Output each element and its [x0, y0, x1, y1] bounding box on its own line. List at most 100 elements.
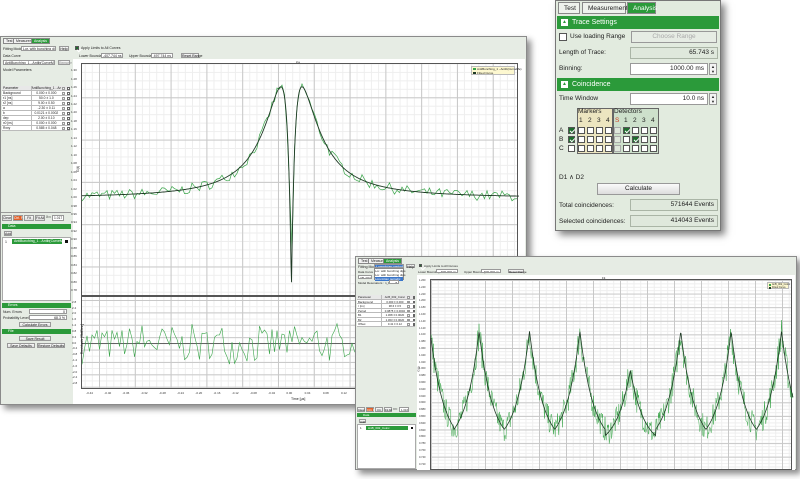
fix-parameter-checkbox[interactable]	[67, 112, 70, 115]
lower-boundary-input[interactable]: -407.744 ns	[101, 53, 123, 58]
data-list-item[interactable]: AnB_002_Coinc	[366, 426, 408, 430]
probability-input[interactable]: 68.3 %	[29, 315, 67, 320]
remove-button[interactable]: Remove	[58, 60, 72, 65]
parameter-value[interactable]: 2.00 ± 0.10	[30, 116, 62, 120]
parameter-value[interactable]: 9.00 ± 0.50	[30, 101, 62, 105]
fix-parameter-checkbox[interactable]	[67, 127, 70, 130]
row-enable-checkbox[interactable]	[568, 136, 575, 143]
detector-checkbox[interactable]	[632, 145, 639, 152]
marker-checkbox[interactable]	[578, 145, 585, 152]
parameter-spinner[interactable]	[407, 296, 410, 299]
data-section-header[interactable]: Data	[2, 224, 71, 229]
fix-parameter-checkbox[interactable]	[412, 296, 415, 299]
parameter-spinner[interactable]	[62, 117, 65, 120]
data-curve-select[interactable]: AntiBunching_1 - Antib(CurveMe)	[3, 60, 55, 65]
resonators-input[interactable]: 8	[389, 280, 399, 284]
marker-checkbox[interactable]	[605, 127, 612, 134]
save-result-button[interactable]: Save Result	[19, 336, 51, 341]
parameter-spinner[interactable]	[62, 97, 65, 100]
help-button[interactable]: Help	[59, 46, 69, 51]
detector-checkbox[interactable]	[650, 145, 657, 152]
marker-checkbox[interactable]	[587, 136, 594, 143]
marker-checkbox[interactable]	[587, 127, 594, 134]
time-window-input[interactable]: 10.0 ns	[630, 93, 708, 105]
parameter-value[interactable]: 0.000 ± 0.000	[381, 299, 407, 304]
parameter-value[interactable]: 0.0875 ± 0.0002	[381, 308, 407, 313]
collapse-icon[interactable]: ▲	[561, 19, 568, 26]
parameter-value[interactable]: AntiBunching_1 - Antib(CurveMe)	[30, 86, 61, 90]
parameter-spinner[interactable]	[62, 92, 65, 95]
parameter-spinner[interactable]	[407, 300, 410, 303]
marker-checkbox[interactable]	[578, 127, 585, 134]
data-section-header[interactable]: Data	[357, 413, 416, 417]
marker-checkbox[interactable]	[596, 136, 603, 143]
parameter-spinner[interactable]	[62, 87, 65, 90]
fix-parameter-checkbox[interactable]	[67, 122, 70, 125]
parameter-spinner[interactable]	[62, 102, 65, 105]
parameter-spinner[interactable]	[62, 127, 65, 130]
fix-parameter-checkbox[interactable]	[67, 117, 70, 120]
choose-range-button[interactable]: Choose Range	[631, 31, 717, 43]
detector-checkbox[interactable]	[614, 127, 621, 134]
parameter-value[interactable]: 0.000 ± 0.000	[30, 121, 62, 125]
save-defaults-button[interactable]: Save Defaults	[7, 343, 35, 348]
marker-checkbox[interactable]	[578, 136, 585, 143]
collapse-icon[interactable]: ▲	[561, 81, 568, 88]
data-curve-select[interactable]: AB_002_Coinc	[358, 275, 372, 279]
fix-parameter-checkbox[interactable]	[412, 323, 415, 326]
detector-checkbox[interactable]	[650, 136, 657, 143]
errors-section-header[interactable]: Errors	[2, 303, 71, 308]
marker-checkbox[interactable]	[605, 136, 612, 143]
detector-checkbox[interactable]	[623, 136, 630, 143]
parameter-spinner[interactable]	[62, 112, 65, 115]
fix-parameter-checkbox[interactable]	[67, 102, 70, 105]
fitting-model-select[interactable]: Lor. with bunching dips	[21, 46, 56, 51]
file-section-header[interactable]: File	[2, 329, 71, 334]
parameter-value[interactable]: 1.308 ± 0.0020	[381, 313, 407, 317]
fit-button-fit[interactable]: Fit	[375, 407, 383, 412]
fix-parameter-checkbox[interactable]	[67, 92, 70, 95]
fix-parameter-checkbox[interactable]	[412, 300, 415, 303]
parameter-value[interactable]: 0.585 ± 0.048	[30, 126, 62, 130]
fit-button-fit[interactable]: Fit	[24, 215, 34, 221]
upper-boundary-input[interactable]: 497.744 ns	[151, 53, 173, 58]
detector-checkbox[interactable]	[641, 127, 648, 134]
parameter-spinner[interactable]	[407, 314, 410, 317]
fix-parameter-checkbox[interactable]	[412, 305, 415, 308]
tab-test[interactable]: Test	[558, 2, 580, 14]
tab-analysis[interactable]: Analysis	[31, 38, 51, 44]
binning-spinner[interactable]: ▲ ▼	[709, 63, 717, 75]
parameter-value[interactable]: 38.6 ± 0.5	[381, 304, 407, 308]
color-swatch[interactable]	[411, 427, 413, 429]
parameter-value[interactable]: -2.30 ± 0.11	[30, 106, 62, 110]
use-loading-range-checkbox[interactable]	[559, 33, 567, 41]
add-data-button[interactable]: Add	[4, 231, 12, 236]
detector-checkbox[interactable]	[614, 145, 621, 152]
detector-checkbox[interactable]	[623, 127, 630, 134]
parameter-value[interactable]: 0.000 ± 0.000	[30, 91, 62, 95]
parameter-spinner[interactable]	[407, 318, 410, 321]
row-enable-checkbox[interactable]	[568, 127, 575, 134]
fit-button-clear[interactable]: Clear	[2, 215, 12, 221]
periodic-g2-plot[interactable]: AnB_002_Coinc Fitted Curve	[430, 279, 794, 470]
detector-checkbox[interactable]	[632, 136, 639, 143]
tab-analysis[interactable]: Analysis	[627, 2, 657, 14]
parameter-value[interactable]: AnB_002_Coinc	[381, 295, 407, 299]
parameter-spinner[interactable]	[407, 323, 410, 326]
apply-limits-checkbox[interactable]	[419, 264, 422, 267]
help-button[interactable]: Help	[406, 264, 415, 269]
row-enable-checkbox[interactable]	[568, 145, 575, 152]
parameter-spinner[interactable]	[407, 305, 410, 308]
parameter-spinner[interactable]	[407, 309, 410, 312]
parameter-value[interactable]: 0.0121 ± 0.0002	[30, 111, 62, 115]
parameter-spinner[interactable]	[62, 122, 65, 125]
marker-checkbox[interactable]	[596, 145, 603, 152]
parameter-value[interactable]: 50.0 ± 1.0	[30, 96, 62, 100]
detector-checkbox[interactable]	[614, 136, 621, 143]
fit-button-fit-all[interactable]: Fit All	[384, 407, 392, 412]
upper-boundary-input[interactable]: 500.000 ns	[481, 269, 501, 273]
lower-boundary-input[interactable]: -500.000 ns	[436, 269, 458, 273]
fix-parameter-checkbox[interactable]	[412, 318, 415, 321]
fix-parameter-checkbox[interactable]	[67, 97, 70, 100]
reset-range-button[interactable]: Reset Range	[181, 53, 202, 58]
